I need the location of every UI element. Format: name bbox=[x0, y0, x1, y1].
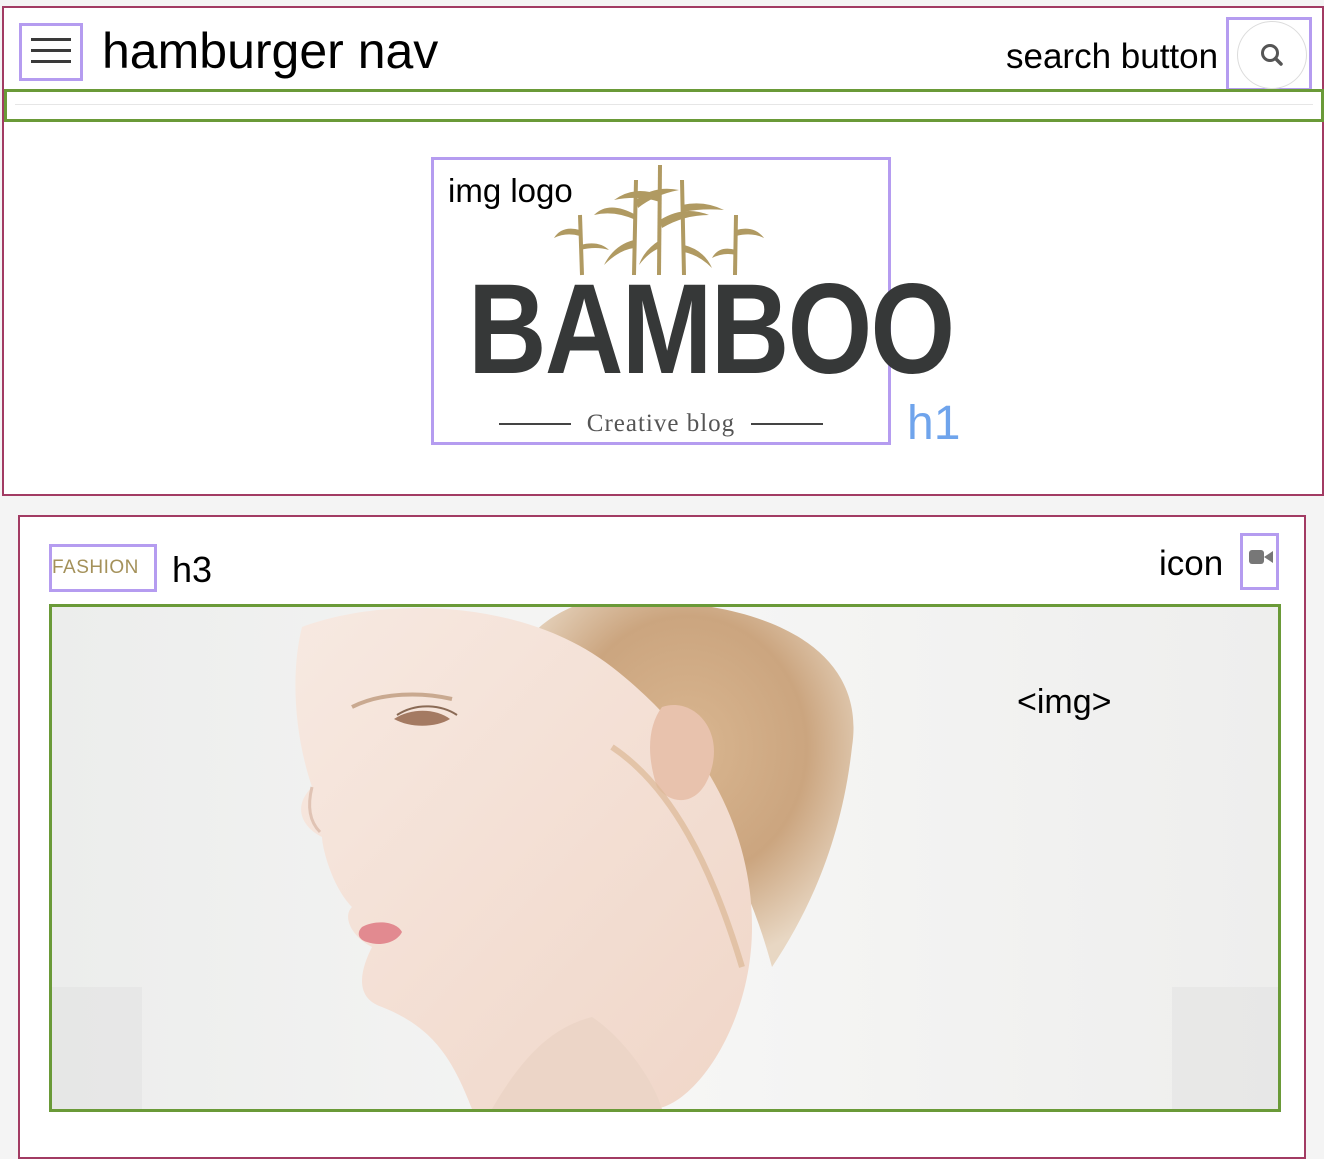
search-icon bbox=[1261, 44, 1283, 66]
annotation-h1: h1 bbox=[907, 397, 961, 450]
tagline-rule-right bbox=[751, 423, 824, 425]
logo-tagline: Creative blog bbox=[586, 410, 736, 437]
annotation-search-button: search button bbox=[1006, 37, 1219, 76]
annotation-h3: h3 bbox=[172, 549, 213, 590]
featured-image[interactable]: <img> bbox=[49, 604, 1281, 1112]
nav-container bbox=[4, 89, 1324, 122]
article-card: FASHION h3 icon <img> bbox=[18, 515, 1306, 1159]
search-button[interactable] bbox=[1226, 17, 1312, 91]
hamburger-menu-button[interactable] bbox=[19, 23, 83, 81]
site-logo[interactable]: img logo BAMBOO Creative blog bbox=[431, 157, 955, 445]
tagline-rule-left bbox=[498, 423, 571, 425]
annotation-hamburger-nav: hamburger nav bbox=[102, 23, 439, 79]
category-tag-label: FASHION bbox=[52, 557, 139, 578]
annotation-icon: icon bbox=[1159, 544, 1224, 583]
post-format-indicator[interactable] bbox=[1240, 533, 1279, 590]
logo-tagline-row: Creative blog bbox=[434, 410, 888, 438]
nav-divider bbox=[15, 104, 1313, 105]
logo-wordmark: BAMBOO bbox=[468, 258, 955, 401]
annotation-img: <img> bbox=[1017, 683, 1112, 721]
site-header: hamburger nav search button img logo BAM… bbox=[2, 6, 1324, 496]
video-camera-icon bbox=[1249, 550, 1273, 564]
category-tag[interactable]: FASHION bbox=[49, 544, 157, 592]
